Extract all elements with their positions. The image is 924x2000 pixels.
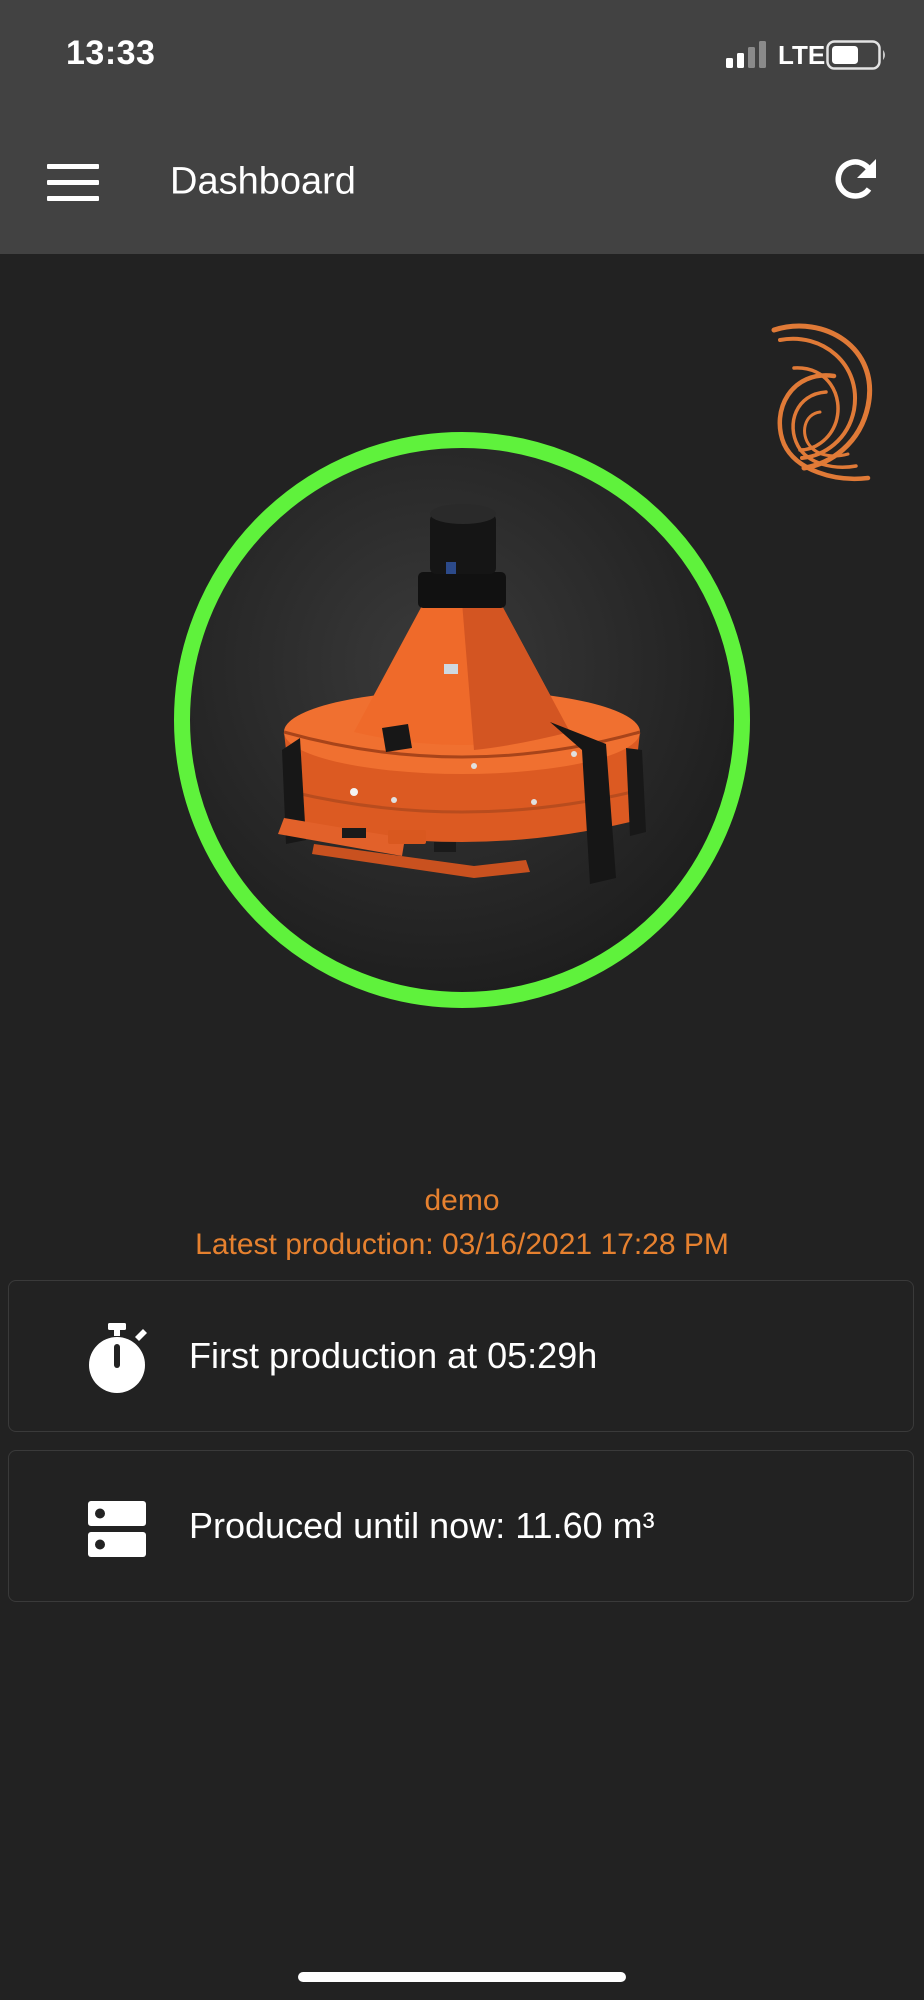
network-type: LTE <box>778 40 826 70</box>
card-icon-wrapper <box>79 1321 155 1397</box>
page-title: Dashboard <box>170 160 356 203</box>
first-production-card[interactable]: First production at 05:29h <box>8 1280 914 1432</box>
latest-production-text: Latest production: 03/16/2021 17:28 PM <box>195 1228 729 1261</box>
produced-until-now-card[interactable]: Produced until now: 11.60 m³ <box>8 1450 914 1602</box>
app-bar: Dashboard <box>0 110 924 254</box>
machine-status-ring[interactable] <box>174 432 750 1008</box>
server-icon <box>88 1501 146 1557</box>
status-bar: 13:33 LTE <box>0 0 924 110</box>
refresh-button[interactable] <box>816 140 896 220</box>
hamburger-menu-icon <box>47 164 99 201</box>
signal-strength-icon <box>726 41 766 68</box>
produced-until-now-text: Produced until now: 11.60 m³ <box>189 1505 655 1546</box>
first-production-text: First production at 05:29h <box>189 1335 598 1376</box>
refresh-icon <box>835 159 876 199</box>
device-name: demo <box>424 1184 500 1217</box>
card-icon-wrapper <box>79 1491 155 1567</box>
dashboard-screen: 13:33 LTE Dashboard demo Latest producti… <box>0 0 924 2000</box>
status-time: 13:33 <box>66 34 156 72</box>
menu-button[interactable] <box>36 146 110 220</box>
brand-logo <box>771 323 873 481</box>
stopwatch-icon <box>89 1323 147 1393</box>
battery-icon <box>826 40 885 70</box>
home-indicator[interactable] <box>298 1972 626 1982</box>
